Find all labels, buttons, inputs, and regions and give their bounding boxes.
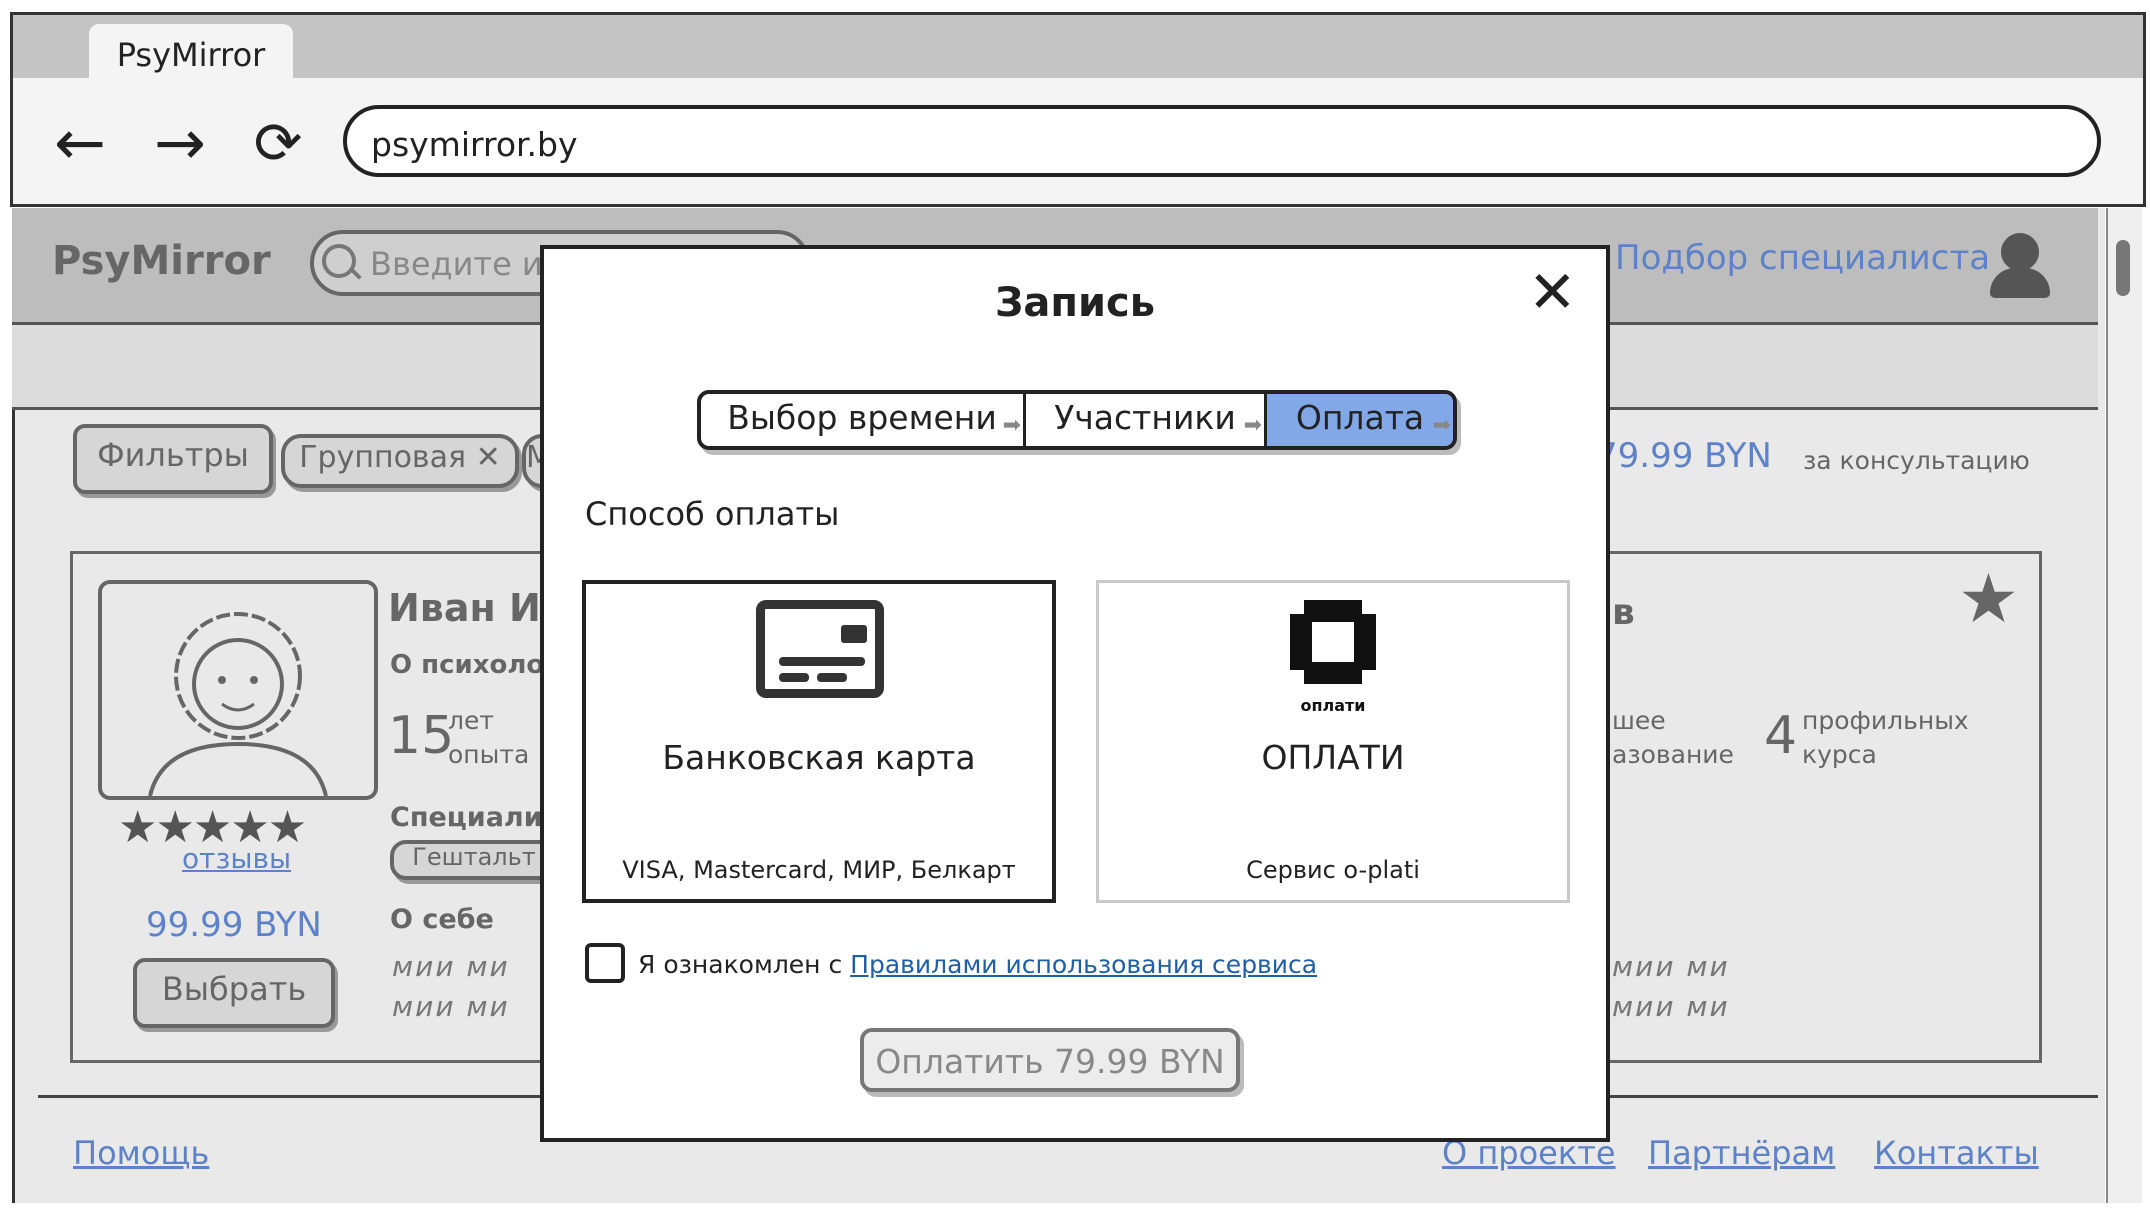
browser-tab[interactable]: PsyMirror [89,24,293,82]
modal-title: Запись [994,280,1156,326]
oplati-logo-icon [1290,600,1376,684]
text-placeholder-4: ᴍᴎᴎ ᴍᴎ [1612,990,1730,1023]
site-logo[interactable]: PsyMirror [52,238,271,284]
reload-icon[interactable]: ⟳ [243,112,313,174]
step-participants-label: Участники [1054,398,1236,437]
text-placeholder-2: ᴍᴎᴎ ᴍᴎ [392,990,510,1023]
bank-card-subtitle: VISA, Mastercard, МИР, Белкарт [622,856,1016,884]
footer-partners-link[interactable]: Партнёрам [1648,1134,1835,1172]
filter-chip-group[interactable]: Групповая ✕ [281,434,519,488]
card-price: 99.99 BYN [146,905,322,945]
step-arrow-icon: ➡ [1002,413,1021,438]
search-icon [322,244,356,278]
courses-line1: профильных [1802,706,1969,735]
booking-steps: Выбор времени ➡ Участники ➡ Оплата ➡ [697,390,1457,450]
text-placeholder-1: ᴍᴎᴎ ᴍᴎ [392,950,510,983]
forward-arrow-icon[interactable]: → [145,112,215,174]
reviews-link[interactable]: отзывы [182,842,291,875]
card2-name-fragment: в [1612,592,1635,633]
step-payment-label: Оплата [1295,398,1425,437]
terms-label: Я ознакомлен с Правилами использования с… [638,950,1317,979]
specialist-match-link[interactable]: Подбор специалиста [1615,238,1990,278]
specialist-photo [98,580,378,800]
address-bar[interactable]: psymirror.by [343,105,2101,177]
footer-help-link[interactable]: Помощь [73,1134,209,1172]
filter-chip-label: Групповая [299,440,467,475]
filters-button[interactable]: Фильтры [73,424,273,494]
courses-number: 4 [1764,706,1798,766]
specialization-chip: Гештальт [390,840,558,880]
oplati-logo-text: оплати [1300,696,1366,715]
step-time-label: Выбор времени [727,398,997,437]
user-avatar-icon[interactable] [2001,233,2039,271]
about-psychologist: О психолог [390,650,558,680]
specialization-label: Специализ [390,802,559,833]
courses-line2: курса [1802,740,1877,769]
years-line2: опыта [448,740,530,769]
step-participants[interactable]: Участники ➡ [1023,394,1264,446]
terms-link[interactable]: Правилами использования сервиса [850,950,1317,979]
credit-card-icon [756,600,884,698]
oplati-title: ОПЛАТИ [1261,738,1405,777]
page-scrollbar[interactable] [2106,208,2142,1203]
specialist-name: Иван Ив [388,586,565,630]
footer-contacts-link[interactable]: Контакты [1874,1134,2039,1172]
browser-tab-bar [10,12,2146,81]
years-number: 15 [388,706,455,766]
scrollbar-thumb[interactable] [2116,240,2130,296]
terms-text: Я ознакомлен с [638,950,851,979]
payment-method-label: Способ оплаты [585,495,840,533]
about-self-label: О себе [390,904,494,935]
price-header: 79.99 BYN [1596,436,1772,476]
step-arrow-icon: ➡ [1243,413,1262,438]
back-arrow-icon[interactable]: ← [45,112,115,174]
education-line1: шее [1612,706,1666,735]
years-line1: лет [448,706,494,735]
person-avatar-icon [148,612,328,797]
step-arrow-icon: ➡ [1432,413,1451,438]
bank-card-title: Банковская карта [662,738,976,777]
education-line2: азование [1612,740,1734,769]
terms-checkbox[interactable] [585,943,625,983]
pay-button[interactable]: Оплатить 79.99 BYN [860,1028,1240,1092]
step-payment[interactable]: Оплата ➡ [1264,394,1453,446]
step-time[interactable]: Выбор времени ➡ [701,394,1023,446]
favorite-star-icon[interactable]: ★ [1958,560,2019,639]
remove-chip-icon[interactable]: ✕ [476,440,501,475]
oplati-subtitle: Сервис o-plati [1246,856,1420,884]
choose-button[interactable]: Выбрать [133,958,335,1028]
price-header-suffix: за консультацию [1803,446,2030,475]
text-placeholder-3: ᴍᴎᴎ ᴍᴎ [1612,950,1730,983]
close-icon[interactable]: ✕ [1528,262,1577,322]
